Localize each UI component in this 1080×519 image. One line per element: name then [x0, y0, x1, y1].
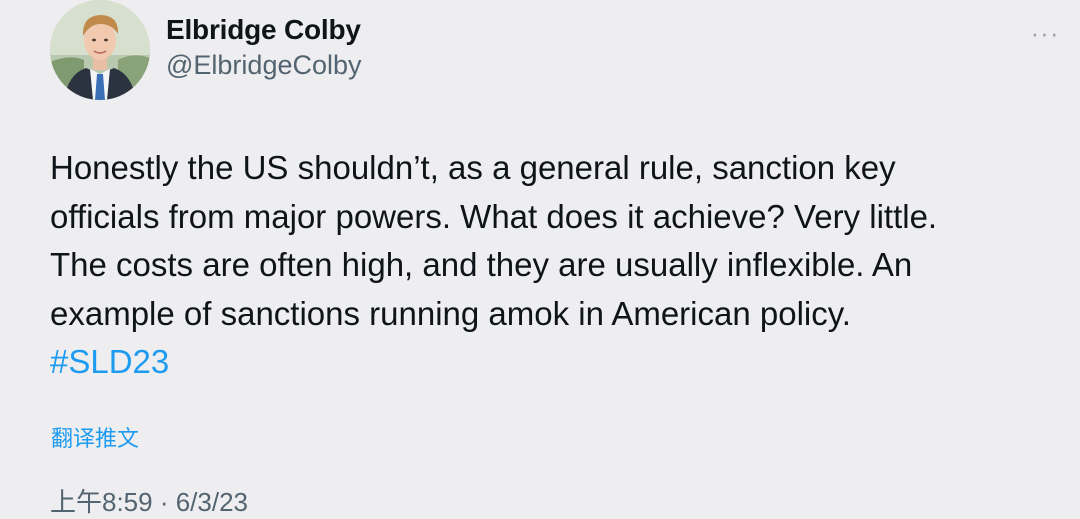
hashtag-link[interactable]: #SLD23 [50, 338, 1050, 387]
ellipsis-icon: ··· [1030, 18, 1060, 48]
tweet-text-line: officials from major powers. What does i… [50, 197, 938, 235]
more-options-button[interactable]: ··· [1022, 20, 1068, 46]
profile-photo-icon [50, 0, 150, 100]
translate-tweet-link[interactable]: 翻译推文 [51, 421, 139, 453]
author-name[interactable]: Elbridge Colby [166, 14, 361, 46]
tweet-text-line: example of sanctions running amok in Ame… [50, 294, 851, 332]
author-avatar[interactable] [50, 0, 150, 100]
tweet-text-line: Honestly the US shouldn’t, as a general … [50, 149, 896, 186]
tweet-card: Elbridge Colby @ElbridgeColby ··· Honest… [0, 0, 1080, 517]
tweet-text-line: The costs are often high, and they are u… [50, 246, 913, 283]
tweet-text: Honestly the US shouldn’t, as a general … [50, 144, 1050, 387]
tweet-timestamp[interactable]: 上午8:59 · 6/3/23 [50, 482, 248, 519]
author-handle[interactable]: @ElbridgeColby [166, 50, 362, 81]
